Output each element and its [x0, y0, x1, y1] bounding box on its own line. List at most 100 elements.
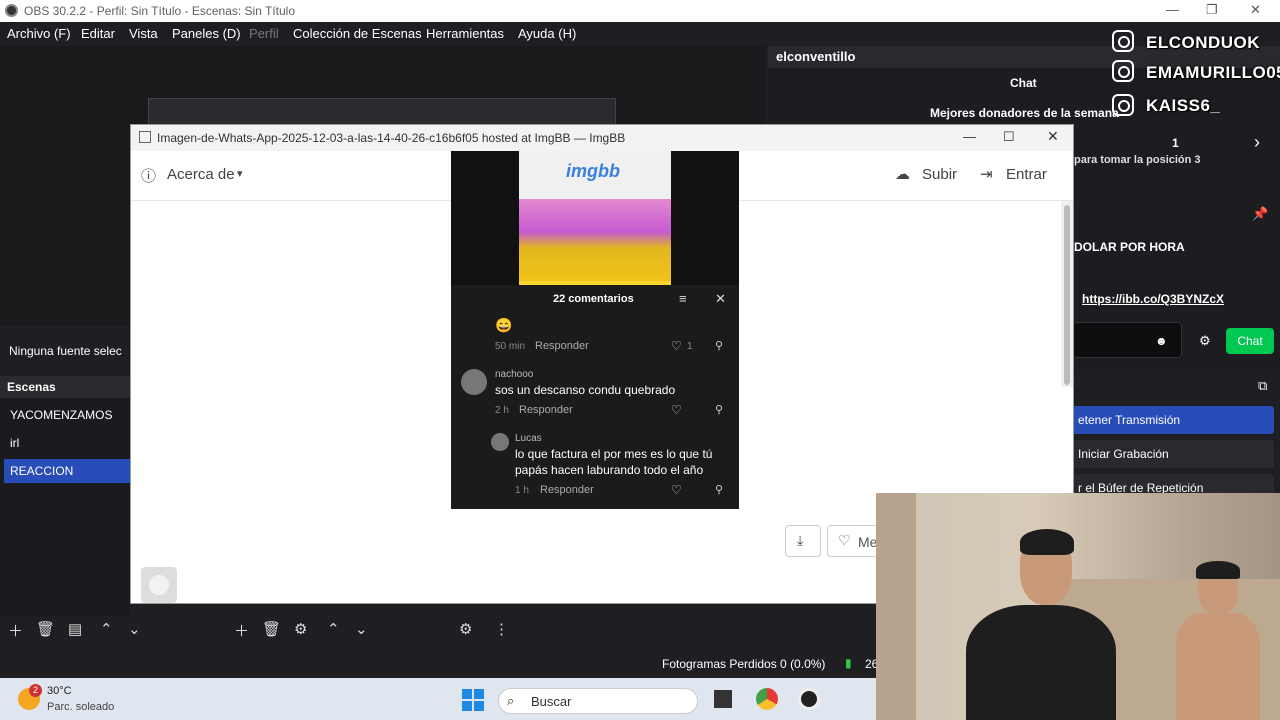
stop-stream-button[interactable]: etener Transmisión	[1070, 406, 1274, 434]
image-viewer: imgbb 22 comentarios ≡ ✕ 😄 50 min Respon…	[451, 151, 739, 509]
scene-item[interactable]: irl	[4, 431, 130, 455]
menu-bar: Archivo (F) Editar Vista Paneles (D) Per…	[0, 22, 1280, 46]
upload-link[interactable]: Subir	[922, 166, 957, 183]
taskbar	[0, 678, 876, 720]
dislike-icon[interactable]: ⚲	[715, 339, 723, 352]
menu-perfil[interactable]: Perfil	[249, 26, 279, 41]
cam-door	[876, 493, 916, 720]
trash-icon[interactable]: 🗑	[36, 620, 55, 638]
dock-float-icon[interactable]: ⧉	[1258, 378, 1267, 394]
person-shirt	[966, 605, 1116, 720]
scenes-header: Escenas	[0, 376, 130, 398]
menu-vista[interactable]: Vista	[129, 26, 158, 41]
settings-icon[interactable]: ⚙	[294, 620, 307, 638]
comment-emoji: 😄	[495, 317, 513, 333]
comment-text: lo que factura el por mes es lo que tú	[515, 447, 713, 461]
gear-icon[interactable]: ⚙	[1199, 333, 1211, 349]
dislike-icon[interactable]: ⚲	[715, 403, 723, 416]
scrollbar[interactable]	[1061, 201, 1073, 387]
comment-time: 50 min	[495, 341, 526, 352]
about-menu[interactable]: Acerca de	[167, 166, 235, 183]
comment-time: 1 h	[515, 485, 529, 496]
browser-titlebar: Imagen-de-Whats-App-2025-12-03-a-las-14-…	[131, 125, 1073, 151]
heart-icon[interactable]: ♡	[671, 483, 682, 497]
scroll-thumb[interactable]	[1064, 205, 1070, 385]
imgbb-logo: imgbb	[566, 161, 620, 181]
reply-button[interactable]: Responder	[540, 484, 594, 496]
chat-header: Chat	[1010, 76, 1037, 90]
dropped-frames: Fotogramas Perdidos 0 (0.0%)	[662, 657, 826, 671]
social-handle: EMAMURILLO05	[1146, 63, 1280, 82]
login-link[interactable]: Entrar	[1006, 166, 1047, 183]
arrow-up-icon[interactable]: ⌃	[100, 620, 113, 638]
comment-time: 2 h	[495, 405, 509, 416]
comments-header: 22 comentarios	[553, 293, 634, 305]
maximize-icon[interactable]: ❐	[1206, 2, 1218, 18]
menu-ayuda[interactable]: Ayuda (H)	[518, 26, 576, 41]
add-source-icon[interactable]: ＋	[234, 620, 249, 641]
download-button[interactable]: ⤓	[785, 525, 821, 557]
screenshot-scene	[519, 199, 671, 281]
menu-herramientas[interactable]: Herramientas	[426, 26, 504, 41]
user-avatar-icon[interactable]	[141, 567, 177, 603]
download-icon: ⤓	[797, 532, 804, 548]
avatar	[491, 433, 509, 451]
more-icon[interactable]: ⋮	[494, 620, 509, 638]
pin-icon[interactable]: 📌	[1252, 206, 1268, 222]
person-hair	[1020, 529, 1074, 555]
menu-editar[interactable]: Editar	[81, 26, 115, 41]
emoji-icon[interactable]: ☻	[1155, 334, 1168, 348]
browser-minimize-icon[interactable]: —	[963, 129, 976, 144]
close-icon[interactable]: ✕	[1250, 2, 1261, 18]
instagram-icon	[1112, 60, 1134, 82]
like-count: 1	[687, 341, 693, 352]
caret-down-icon: ▾	[237, 168, 243, 180]
sort-icon[interactable]: ≡	[679, 291, 687, 306]
browser-maximize-icon[interactable]: ☐	[1003, 129, 1015, 145]
position-text: para tomar la posición 3	[1074, 154, 1201, 166]
scene-item[interactable]: YACOMENZAMOS	[4, 403, 130, 427]
chat-send-button[interactable]: Chat	[1226, 328, 1274, 354]
filter-icon[interactable]: ▤	[68, 620, 82, 638]
reply-button[interactable]: Responder	[519, 404, 573, 416]
heart-icon[interactable]: ♡	[671, 339, 682, 353]
weather-badge: 2	[29, 684, 42, 697]
menu-archivo[interactable]: Archivo (F)	[7, 26, 71, 41]
add-icon[interactable]: ＋	[8, 620, 23, 641]
source-up-icon[interactable]: ⌃	[327, 620, 340, 638]
browser-close-icon[interactable]: ✕	[1047, 128, 1059, 145]
chat-link[interactable]: https://ibb.co/Q3BYNZcX	[1082, 292, 1224, 306]
status-bar: Fotogramas Perdidos 0 (0.0%) ▮ 26	[0, 648, 878, 678]
chevron-right-icon[interactable]: ›	[1254, 132, 1260, 153]
minimize-icon[interactable]: —	[1166, 2, 1179, 17]
windows-start-icon[interactable]	[462, 689, 484, 711]
heart-outline-icon: ♡	[838, 532, 851, 548]
start-recording-button[interactable]: Iniciar Grabación	[1070, 440, 1274, 468]
reply-button[interactable]: Responder	[535, 340, 589, 352]
window-title: OBS 30.2.2 - Perfil: Sin Título - Escena…	[24, 4, 296, 18]
arrow-down-icon[interactable]: ⌄	[128, 620, 141, 638]
dislike-icon[interactable]: ⚲	[715, 483, 723, 496]
donors-title: Mejores donadores de la semana	[930, 106, 1119, 120]
person2-body	[1176, 613, 1260, 720]
webcam-feed	[876, 493, 1280, 720]
heart-icon[interactable]: ♡	[671, 403, 682, 417]
social-handle: ELCONDUOK	[1146, 33, 1261, 52]
source-down-icon[interactable]: ⌄	[355, 620, 368, 638]
dock-title: elconventillo	[776, 49, 856, 64]
menu-coleccion[interactable]: Colección de Escenas	[293, 26, 422, 41]
comments-close-icon[interactable]: ✕	[715, 291, 726, 307]
mixer-settings-icon[interactable]: ⚙	[459, 620, 472, 638]
taskbar-search[interactable]: ⌕ Buscar	[498, 688, 698, 714]
trash-source-icon[interactable]: 🗑	[262, 620, 281, 638]
weather-desc: Parc. soleado	[47, 701, 115, 713]
menu-paneles[interactable]: Paneles (D)	[172, 26, 241, 41]
page-icon	[139, 131, 151, 143]
task-view-icon[interactable]	[714, 690, 732, 708]
dollar-text: DOLAR POR HORA	[1074, 240, 1185, 254]
obs-taskbar-icon[interactable]	[798, 688, 820, 710]
chrome-icon[interactable]	[756, 688, 778, 710]
comment-author: Lucas	[515, 433, 542, 444]
scene-item-active[interactable]: REACCION	[4, 459, 130, 483]
donor-count: 1	[1172, 136, 1179, 150]
